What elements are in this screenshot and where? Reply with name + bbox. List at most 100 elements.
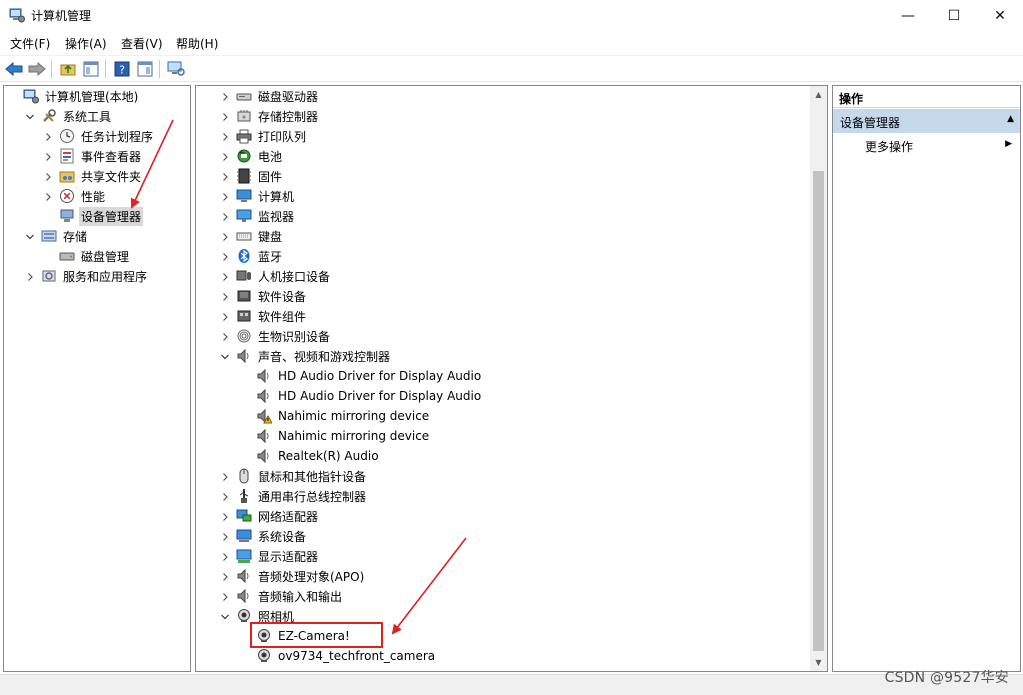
scrollbar-thumb[interactable] [813,171,824,651]
device-tree-item[interactable]: 存储控制器 [220,106,320,126]
chevron-right-icon[interactable] [220,271,230,281]
chevron-right-icon[interactable] [220,571,230,581]
device-tree-item[interactable]: 蓝牙 [220,246,284,266]
console-tree-item[interactable]: 存储 [25,226,89,246]
console-tree-item[interactable]: 设备管理器 [43,206,144,226]
device-tree-item[interactable]: 人机接口设备 [220,266,332,286]
chevron-right-icon[interactable] [220,231,230,241]
actions-section-device-manager[interactable]: 设备管理器 ▲ [833,109,1020,133]
device-tree-item[interactable]: ov9734_techfront_camera [240,646,437,666]
console-tree-pane[interactable]: 计算机管理(本地) 系统工具任务计划程序事件查看器共享文件夹 性能 设备管理器 存储磁盘… [3,85,191,672]
chevron-right-icon[interactable] [220,211,230,221]
menu-view[interactable]: 查看(V) [121,35,163,52]
menu-file[interactable]: 文件(F) [10,35,50,52]
console-tree-item[interactable]: 任务计划程序 [43,126,155,146]
menu-action[interactable]: 操作(A) [65,35,107,52]
console-tree-icon [83,61,99,77]
chevron-right-icon[interactable] [220,91,230,101]
device-tree-item[interactable]: HD Audio Driver for Display Audio [240,386,483,406]
chevron-right-icon[interactable] [220,531,230,541]
console-tree-item[interactable]: 磁盘管理 [43,246,131,266]
device-tree-item[interactable]: 固件 [220,166,284,186]
chevron-right-icon[interactable] [220,311,230,321]
device-tree-item[interactable]: 打印队列 [220,126,308,146]
back-button[interactable] [4,59,24,79]
close-button[interactable]: ✕ [977,0,1023,31]
collapse-up-icon[interactable]: ▲ [1007,114,1014,124]
tree-item-label: 计算机 [258,189,295,204]
action-pane-button[interactable] [135,59,155,79]
chevron-down-icon[interactable] [25,111,35,121]
chevron-right-icon[interactable] [220,191,230,201]
device-tree-item[interactable]: 网络适配器 [220,506,320,526]
device-tree-item[interactable]: HD Audio Driver for Display Audio [240,366,483,386]
device-tree-item[interactable]: 磁盘驱动器 [220,86,320,106]
chevron-right-icon[interactable] [220,591,230,601]
title-bar: 计算机管理 — ☐ ✕ [0,0,1023,31]
menu-help[interactable]: 帮助(H) [176,35,218,52]
console-tree-item[interactable]: 计算机管理(本地) [7,86,140,106]
chevron-right-icon[interactable] [220,471,230,481]
forward-button[interactable] [27,59,47,79]
device-tree-item[interactable]: 鼠标和其他指针设备 [220,466,368,486]
chevron-right-icon[interactable] [220,551,230,561]
toolbar-separator [159,60,160,78]
up-level-button[interactable] [58,59,78,79]
device-tree-item[interactable]: 显示适配器 [220,546,320,566]
tree-item-label: 系统工具 [63,109,112,124]
console-tree-item[interactable]: 性能 [43,186,107,206]
console-tree-item[interactable]: 服务和应用程序 [25,266,149,286]
chevron-right-icon[interactable] [43,131,53,141]
chevron-right-icon[interactable] [220,331,230,341]
console-tree-item[interactable]: 共享文件夹 [43,166,143,186]
device-tree-item[interactable]: 声音、视频和游戏控制器 [220,346,392,366]
device-tree-item[interactable]: 生物识别设备 [220,326,332,346]
chevron-right-icon[interactable] [43,151,53,161]
chevron-right-icon[interactable] [220,131,230,141]
chevron-down-icon[interactable] [25,231,35,241]
device-tree-item[interactable]: 音频处理对象(APO) [220,566,366,586]
chevron-down-icon[interactable] [220,611,230,621]
minimize-button[interactable]: — [885,0,931,31]
scan-hardware-button[interactable] [166,59,186,79]
chevron-down-icon[interactable] [220,351,230,361]
device-tree-item[interactable]: 软件组件 [220,306,308,326]
storage-controller-icon [236,108,252,124]
device-tree-item[interactable]: 监视器 [220,206,296,226]
console-tree-item[interactable]: 事件查看器 [43,146,143,166]
chevron-right-icon[interactable] [220,171,230,181]
tree-item-label: 磁盘管理 [81,249,130,264]
tree-item-label: 事件查看器 [81,149,142,164]
device-tree-item[interactable]: 键盘 [220,226,284,246]
device-tree-item[interactable]: 系统设备 [220,526,308,546]
device-tree-item[interactable]: 电池 [220,146,284,166]
minimize-icon: — [901,7,915,24]
chevron-right-icon[interactable] [220,511,230,521]
help-button[interactable]: ? [112,59,132,79]
device-tree-item[interactable]: Nahimic mirroring device [240,406,431,426]
console-tree-item[interactable]: 系统工具 [25,106,113,126]
chevron-right-icon[interactable] [220,291,230,301]
window-title: 计算机管理 [31,9,92,23]
scroll-up-button[interactable]: ▲ [810,86,827,103]
chevron-right-icon[interactable] [220,151,230,161]
device-tree-item[interactable]: 计算机 [220,186,296,206]
device-tree-item[interactable]: 软件设备 [220,286,308,306]
device-tree-pane[interactable]: 磁盘驱动器 存储控制器 打印队列 电池 固件计算机监视器 键盘 蓝牙 人机接口设备 软件设备 软件… [195,85,828,672]
chevron-right-icon[interactable] [43,171,53,181]
chevron-right-icon[interactable] [220,111,230,121]
device-tree-item[interactable]: 通用串行总线控制器 [220,486,368,506]
more-actions-item[interactable]: 更多操作 ▶ [833,134,1020,156]
vertical-scrollbar[interactable]: ▲ ▼ [810,86,827,671]
show-hide-tree-button[interactable] [81,59,101,79]
tree-item-label: ov9734_techfront_camera [278,649,436,663]
chevron-right-icon[interactable] [43,191,53,201]
device-tree-item[interactable]: Nahimic mirroring device [240,426,431,446]
device-tree-item[interactable]: 音频输入和输出 [220,586,344,606]
chevron-right-icon[interactable] [220,251,230,261]
scroll-down-button[interactable]: ▼ [810,654,827,671]
chevron-right-icon[interactable] [25,271,35,281]
chevron-right-icon[interactable] [220,491,230,501]
device-tree-item[interactable]: Realtek(R) Audio [240,446,381,466]
maximize-button[interactable]: ☐ [931,0,977,31]
